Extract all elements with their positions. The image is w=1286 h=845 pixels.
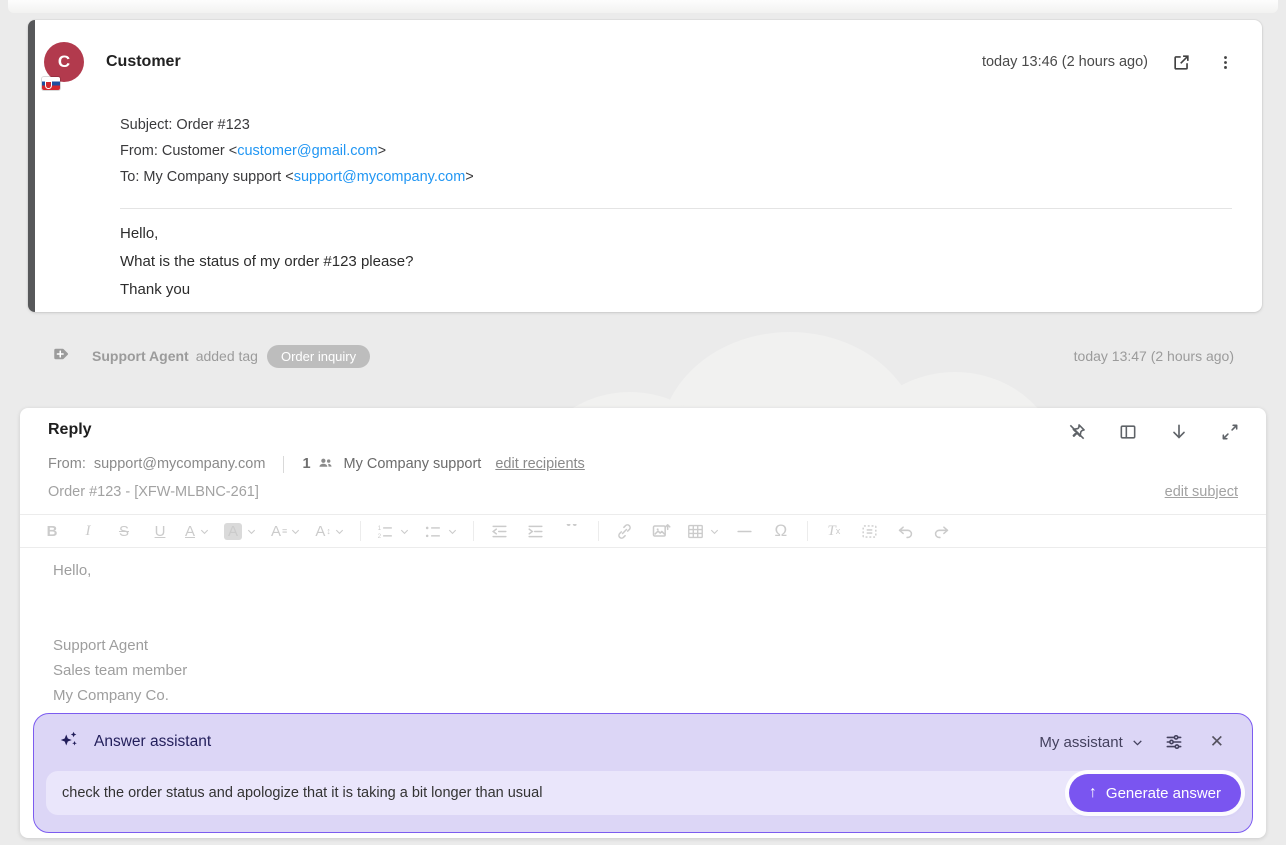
activity-action: added tag xyxy=(196,348,258,364)
tag-pill[interactable]: Order inquiry xyxy=(267,345,370,368)
to-line: To: My Company support <support@mycompan… xyxy=(120,164,474,190)
insert-link-button[interactable] xyxy=(614,518,636,544)
outdent-button[interactable] xyxy=(489,518,511,544)
activity-timestamp: today 13:47 (2 hours ago) xyxy=(1074,348,1234,364)
insert-image-button[interactable] xyxy=(650,518,672,544)
to-email-link[interactable]: support@mycompany.com xyxy=(294,169,466,185)
subject-line: Subject: Order #123 xyxy=(120,112,474,138)
expand-icon[interactable] xyxy=(1218,420,1242,444)
country-flag-slovakia-icon xyxy=(42,77,60,90)
body-line: Hello, xyxy=(120,220,414,248)
header-body-divider xyxy=(120,208,1232,209)
svg-text:1: 1 xyxy=(377,524,381,531)
toolbar-divider xyxy=(598,521,599,541)
editor-line: My Company Co. xyxy=(53,683,1233,708)
italic-button[interactable]: I xyxy=(77,518,99,544)
vertical-separator xyxy=(283,456,284,473)
clear-formatting-button[interactable]: Tx xyxy=(823,518,845,544)
bullet-list-button[interactable] xyxy=(424,518,458,544)
undo-button[interactable] xyxy=(895,518,917,544)
answer-assistant-panel: Answer assistant My assistant ✕ xyxy=(33,713,1253,833)
assistant-title: Answer assistant xyxy=(94,733,211,751)
select-all-button[interactable] xyxy=(859,518,881,544)
tag-added-icon xyxy=(52,345,70,368)
editor-line xyxy=(53,583,1233,608)
reply-from-email: support@mycompany.com xyxy=(94,456,266,472)
open-in-new-icon[interactable] xyxy=(1170,51,1193,74)
move-down-icon[interactable] xyxy=(1167,420,1191,444)
text-color-button[interactable]: A xyxy=(185,518,210,544)
insert-table-button[interactable] xyxy=(686,518,720,544)
avatar-letter: C xyxy=(58,52,70,72)
split-view-icon[interactable] xyxy=(1116,420,1140,444)
editor-line: Hello, xyxy=(53,558,1233,583)
sender-name: Customer xyxy=(106,53,181,71)
toolbar-divider xyxy=(360,521,361,541)
reply-editor[interactable]: Hello, Support Agent Sales team member M… xyxy=(53,558,1233,708)
avatar: C xyxy=(44,42,84,82)
toolbar-divider xyxy=(807,521,808,541)
from-label: From: xyxy=(48,456,86,472)
edit-subject-link[interactable]: edit subject xyxy=(1165,484,1238,500)
bold-button[interactable]: B xyxy=(41,518,63,544)
editor-line: Support Agent xyxy=(53,633,1233,658)
highlight-color-button[interactable]: A xyxy=(224,518,257,544)
edit-recipients-link[interactable]: edit recipients xyxy=(495,456,584,472)
underline-button[interactable]: U xyxy=(149,518,171,544)
assistant-preset-selector[interactable]: My assistant xyxy=(1033,730,1149,755)
horizontal-rule-button[interactable] xyxy=(734,518,756,544)
recipients-group-icon xyxy=(317,454,334,475)
email-meta: Subject: Order #123 From: Customer <cust… xyxy=(120,112,474,190)
recipients-count: 1 xyxy=(302,456,310,472)
reply-subject-row: Order #123 - [XFW-MLBNC-261] edit subjec… xyxy=(48,482,1238,502)
line-height-button[interactable]: A↕ xyxy=(315,518,345,544)
assistant-close-icon[interactable]: ✕ xyxy=(1204,730,1230,754)
unpin-icon[interactable] xyxy=(1065,420,1089,444)
strikethrough-button[interactable]: S xyxy=(113,518,135,544)
reply-title: Reply xyxy=(48,421,92,439)
indent-button[interactable] xyxy=(525,518,547,544)
email-message-card: C Customer today 13:46 (2 hours ago) xyxy=(28,20,1262,312)
blockquote-button[interactable]: “ xyxy=(561,518,583,544)
previous-card-edge xyxy=(8,0,1278,13)
reply-subject: Order #123 - [XFW-MLBNC-261] xyxy=(48,484,259,500)
message-timestamp: today 13:46 (2 hours ago) xyxy=(982,54,1148,70)
arrow-up-icon: ↑ xyxy=(1089,784,1097,802)
reply-card: Reply xyxy=(20,408,1266,838)
card-accent-bar xyxy=(28,20,35,312)
body-line: Thank you xyxy=(120,276,414,304)
body-line: What is the status of my order #123 plea… xyxy=(120,248,414,276)
toolbar-divider xyxy=(473,521,474,541)
editor-toolbar: B I S U A A A≡ A↕ 1 2 xyxy=(20,514,1266,548)
page: C Customer today 13:46 (2 hours ago) xyxy=(0,0,1286,845)
generate-answer-button[interactable]: ↑ Generate answer xyxy=(1069,774,1241,812)
assistant-settings-icon[interactable] xyxy=(1162,730,1186,754)
from-email-link[interactable]: customer@gmail.com xyxy=(237,143,377,159)
svg-text:2: 2 xyxy=(377,532,381,539)
ordered-list-button[interactable]: 1 2 xyxy=(376,518,410,544)
recipients-name: My Company support xyxy=(344,456,482,472)
font-size-button[interactable]: A≡ xyxy=(271,518,301,544)
activity-actor: Support Agent xyxy=(92,348,189,364)
editor-line xyxy=(53,608,1233,633)
redo-button[interactable] xyxy=(931,518,953,544)
activity-row: Support Agent added tag Order inquiry to… xyxy=(28,340,1234,372)
editor-line: Sales team member xyxy=(53,658,1233,683)
reply-from-row: From: support@mycompany.com 1 My Company… xyxy=(48,454,585,474)
assistant-prompt-input[interactable] xyxy=(46,771,1240,815)
email-body: Hello, What is the status of my order #1… xyxy=(120,220,414,304)
chevron-down-icon xyxy=(1131,736,1144,749)
from-line: From: Customer <customer@gmail.com> xyxy=(120,138,474,164)
more-vertical-icon[interactable] xyxy=(1215,52,1236,73)
sparkles-icon xyxy=(58,729,80,756)
special-character-button[interactable]: Ω xyxy=(770,518,792,544)
